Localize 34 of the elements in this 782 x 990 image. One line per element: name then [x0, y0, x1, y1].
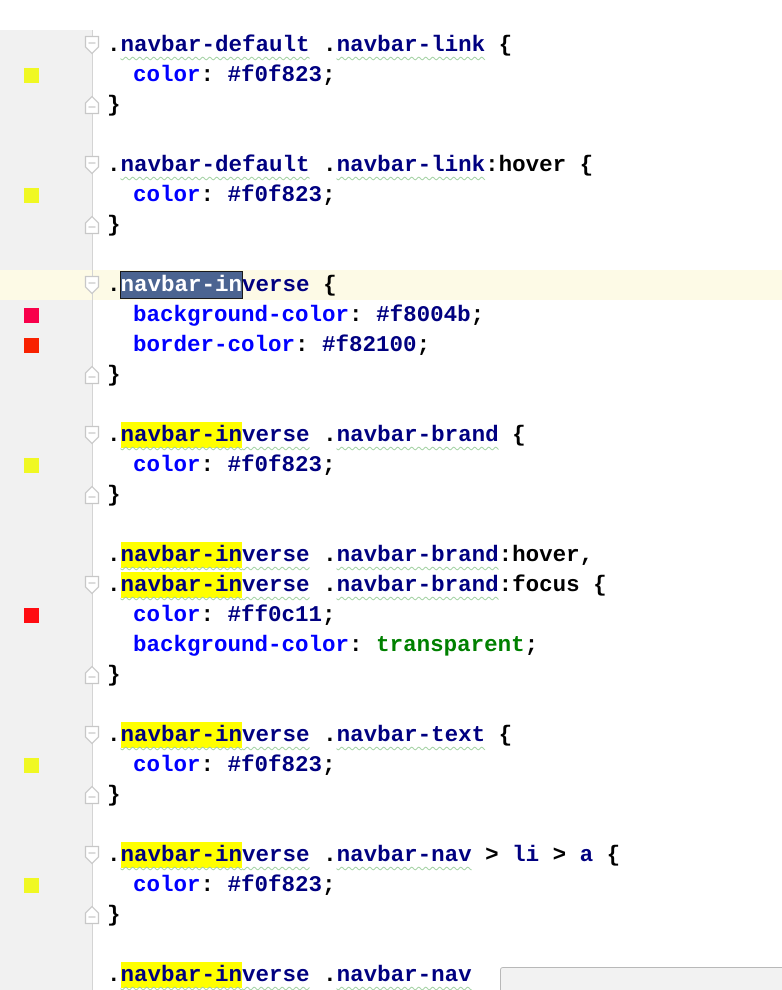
- code-line: color: #f0f823;: [132, 451, 336, 480]
- fold-icon[interactable]: [84, 35, 100, 55]
- code-line: .navbar-inverse .navbar-brand:hover,: [106, 541, 594, 570]
- code-line: color: #f0f823;: [132, 61, 336, 90]
- code-line: }: [106, 781, 121, 810]
- fold-icon[interactable]: [84, 425, 100, 445]
- code-line: border-color: #f82100;: [132, 331, 430, 360]
- fold-icon[interactable]: [84, 155, 100, 175]
- code-line: color: #f0f823;: [132, 751, 336, 780]
- code-line: color: #ff0c11;: [132, 601, 336, 630]
- fold-icon[interactable]: [84, 725, 100, 745]
- code-line: }: [106, 91, 121, 120]
- code-line: }: [106, 901, 121, 930]
- fold-icon[interactable]: [84, 665, 100, 685]
- code-line: }: [106, 661, 121, 690]
- code-line: .navbar-default .navbar-link {: [106, 31, 512, 60]
- code-line: .navbar-inverse .navbar-nav: [106, 961, 472, 990]
- code-line: color: #f0f823;: [132, 871, 336, 900]
- fold-icon[interactable]: [84, 845, 100, 865]
- code-line: .navbar-default .navbar-link:hover {: [106, 151, 594, 180]
- fold-icon[interactable]: [84, 785, 100, 805]
- code-line: color: #f0f823;: [132, 181, 336, 210]
- fold-icon[interactable]: [84, 95, 100, 115]
- fold-icon[interactable]: [84, 275, 100, 295]
- code-line: }: [106, 361, 121, 390]
- fold-icon[interactable]: [84, 485, 100, 505]
- code-line: background-color: #f8004b;: [132, 301, 484, 330]
- code-line: }: [106, 481, 121, 510]
- fold-icon[interactable]: [84, 575, 100, 595]
- code-line: background-color: transparent;: [132, 631, 538, 660]
- fold-icon[interactable]: [84, 905, 100, 925]
- fold-icon[interactable]: [84, 365, 100, 385]
- code-line: }: [106, 211, 121, 240]
- fold-icon[interactable]: [84, 215, 100, 235]
